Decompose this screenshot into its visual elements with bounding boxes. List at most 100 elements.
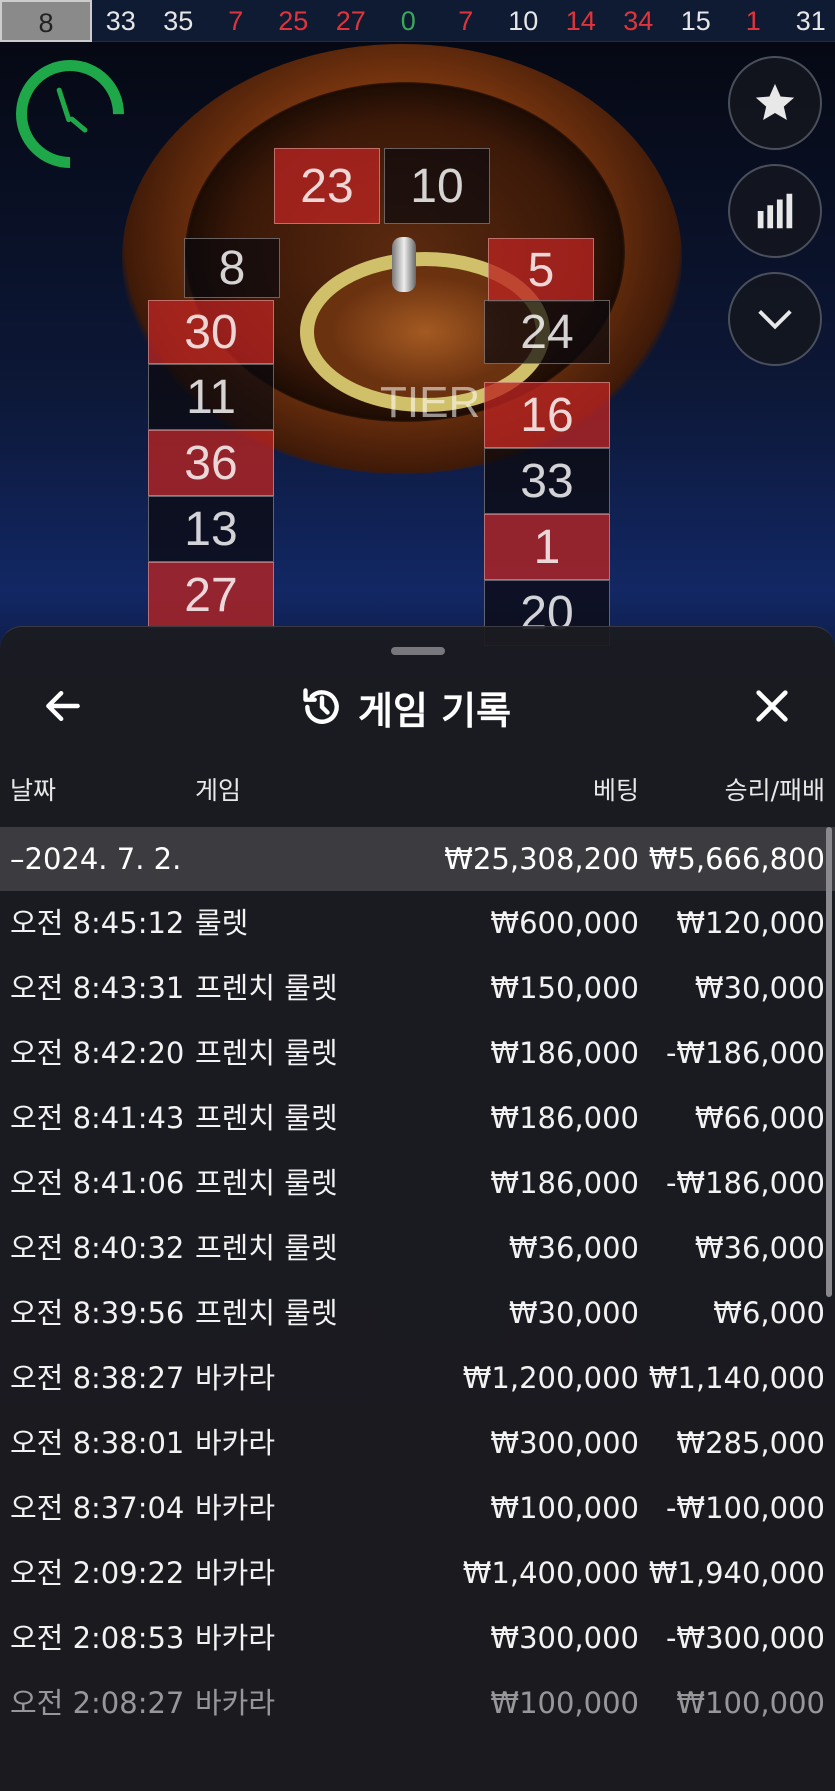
row-time: 오전 8:38:27 (10, 1361, 185, 1395)
history-row[interactable]: 오전 2:09:22 바카라 ₩1,400,000 ₩1,940,000 (0, 1541, 835, 1606)
column-header-bet: 베팅 (592, 776, 639, 805)
row-bet: ₩300,000 (490, 1426, 639, 1460)
row-game: 프렌치 룰렛 (195, 1231, 338, 1265)
row-bet: ₩30,000 (508, 1296, 639, 1330)
history-row[interactable]: 오전 8:37:04 바카라 ₩100,000 -₩100,000 (0, 1476, 835, 1541)
history-row[interactable]: 오전 2:08:27 바카라 ₩100,000 ₩100,000 (0, 1671, 835, 1736)
result-number: 33 (105, 5, 136, 36)
row-result: ₩1,140,000 (648, 1361, 825, 1395)
row-result: ₩285,000 (676, 1426, 825, 1460)
date-group-total-result: ₩5,666,800 (648, 842, 825, 876)
sheet-title: 게임 기록 (358, 688, 512, 733)
row-time: 오전 8:39:56 (10, 1296, 185, 1330)
history-row[interactable]: 오전 8:39:56 프렌치 룰렛 ₩30,000 ₩6,000 (0, 1281, 835, 1346)
sheet-drag-handle[interactable] (391, 647, 445, 655)
racetrack-number-cell[interactable]: 8 (184, 238, 280, 298)
row-time: 오전 8:37:04 (10, 1491, 185, 1525)
column-header-game: 게임 (195, 776, 242, 805)
result-number: 31 (795, 5, 826, 36)
row-bet: ₩300,000 (490, 1621, 639, 1655)
row-bet: ₩1,200,000 (462, 1361, 639, 1395)
racetrack-number-cell[interactable]: 1 (484, 514, 610, 580)
row-game: 바카라 (195, 1491, 276, 1525)
history-row[interactable]: 오전 8:42:20 프렌치 룰렛 ₩186,000 -₩186,000 (0, 1021, 835, 1086)
result-number: 35 (163, 5, 194, 36)
row-game: 프렌치 룰렛 (195, 1101, 338, 1135)
tier-label: TIER (380, 378, 481, 427)
racetrack-number-cell[interactable]: 24 (484, 300, 610, 364)
scrollbar[interactable] (826, 827, 832, 1297)
row-bet: ₩600,000 (490, 906, 639, 940)
row-game: 룰렛 (195, 906, 249, 940)
sheet-title-group: 게임 기록 (300, 677, 511, 737)
racetrack-number-cell[interactable]: 23 (274, 148, 380, 224)
row-result: -₩100,000 (665, 1491, 825, 1525)
row-time: 오전 8:41:43 (10, 1101, 185, 1135)
chevron-down-icon (758, 309, 792, 330)
row-time: 오전 2:08:53 (10, 1621, 185, 1655)
history-row[interactable]: 오전 8:40:32 프렌치 룰렛 ₩36,000 ₩36,000 (0, 1216, 835, 1281)
collapse-button[interactable] (728, 272, 822, 366)
racetrack-number-cell[interactable]: 27 (148, 562, 274, 628)
row-game: 바카라 (195, 1686, 276, 1720)
history-row[interactable]: 오전 8:38:27 바카라 ₩1,200,000 ₩1,140,000 (0, 1346, 835, 1411)
row-game: 프렌치 룰렛 (195, 1166, 338, 1200)
result-number: 15 (680, 5, 711, 36)
history-row[interactable]: 오전 8:38:01 바카라 ₩300,000 ₩285,000 (0, 1411, 835, 1476)
row-bet: ₩1,400,000 (462, 1556, 639, 1590)
racetrack-number-cell[interactable]: 33 (484, 448, 610, 514)
history-row[interactable]: 오전 8:43:31 프렌치 룰렛 ₩150,000 ₩30,000 (0, 956, 835, 1021)
history-row[interactable]: 오전 8:41:06 프렌치 룰렛 ₩186,000 -₩186,000 (0, 1151, 835, 1216)
sheet-header: 게임 기록 (0, 663, 835, 753)
favorites-button[interactable] (728, 56, 822, 150)
history-row[interactable]: 오전 8:41:43 프렌치 룰렛 ₩186,000 ₩66,000 (0, 1086, 835, 1151)
arrow-left-icon (46, 690, 80, 722)
racetrack-number-cell[interactable]: 36 (148, 430, 274, 496)
result-number: 1 (745, 5, 761, 36)
row-result: ₩100,000 (676, 1686, 825, 1720)
result-number: 10 (508, 5, 539, 36)
row-bet: ₩186,000 (490, 1166, 639, 1200)
result-number: 27 (335, 5, 366, 36)
stats-icon (757, 193, 793, 229)
column-header-date: 날짜 (10, 776, 57, 805)
racetrack-number-cell[interactable]: 11 (148, 364, 274, 430)
game-history-sheet: 게임 기록 날짜 게임 베팅 승리/패배 –2024. 7. 2. ₩25,30… (0, 626, 835, 1791)
history-row[interactable]: 오전 8:45:12 룰렛 ₩600,000 ₩120,000 (0, 891, 835, 956)
row-result: ₩36,000 (694, 1231, 825, 1265)
row-bet: ₩186,000 (490, 1101, 639, 1135)
row-time: 오전 8:43:31 (10, 971, 185, 1005)
close-button[interactable] (745, 679, 799, 733)
recent-results-bar: 8 33 35 7 25 27 0 7 10 14 34 15 1 31 (0, 0, 835, 42)
racetrack-number-cell[interactable]: 16 (484, 382, 610, 448)
history-row[interactable]: 오전 2:08:53 바카라 ₩300,000 -₩300,000 (0, 1606, 835, 1671)
date-group-date: –2024. 7. 2. (10, 842, 182, 876)
result-number: 25 (278, 5, 309, 36)
row-time: 오전 8:41:06 (10, 1166, 185, 1200)
back-button[interactable] (38, 681, 88, 731)
date-group-total-bet: ₩25,308,200 (444, 842, 639, 876)
row-result: -₩186,000 (665, 1166, 825, 1200)
row-game: 프렌치 룰렛 (195, 1296, 338, 1330)
history-icon (303, 688, 339, 724)
racetrack-number-cell[interactable]: 13 (148, 496, 274, 562)
racetrack-number-cell[interactable]: 30 (148, 300, 274, 364)
row-game: 바카라 (195, 1621, 276, 1655)
result-number: 14 (565, 5, 596, 36)
racetrack-number-cell[interactable]: 5 (488, 238, 594, 302)
row-bet: ₩100,000 (490, 1491, 639, 1525)
latest-result: 8 (0, 0, 92, 42)
date-group-row[interactable]: –2024. 7. 2. ₩25,308,200 ₩5,666,800 (0, 827, 835, 891)
row-result: ₩66,000 (694, 1101, 825, 1135)
row-time: 오전 8:42:20 (10, 1036, 185, 1070)
row-bet: ₩100,000 (490, 1686, 639, 1720)
result-number: 34 (623, 5, 654, 36)
result-number: 0 (400, 5, 416, 36)
row-result: -₩300,000 (665, 1621, 825, 1655)
racetrack-number-cell[interactable]: 10 (384, 148, 490, 224)
roulette-wheel-spindle (392, 237, 416, 292)
roulette-game-screen: 8 33 35 7 25 27 0 7 10 14 34 15 1 31 23 10 8 5 30 24 11 16 36… (0, 0, 835, 1791)
row-result: ₩6,000 (713, 1296, 825, 1330)
statistics-button[interactable] (728, 164, 822, 258)
row-game: 바카라 (195, 1426, 276, 1460)
